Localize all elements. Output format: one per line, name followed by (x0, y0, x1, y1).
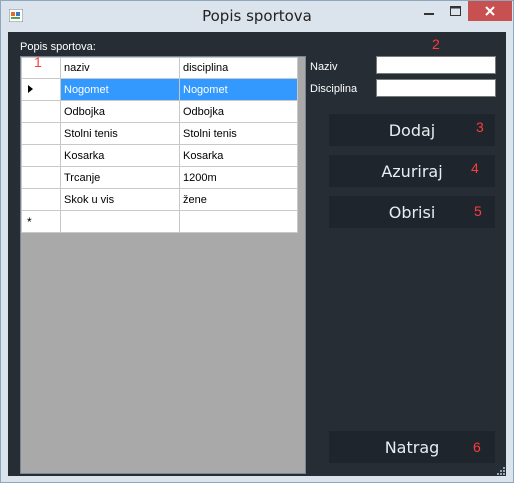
cell-naziv[interactable]: Odbojka (60, 100, 180, 123)
row-header-current[interactable] (21, 78, 61, 101)
resize-grip-icon[interactable] (495, 465, 505, 475)
table-row[interactable]: Skok u vis žene (21, 188, 298, 211)
close-icon (485, 6, 495, 16)
current-row-arrow-icon (28, 84, 33, 93)
row-header[interactable] (21, 166, 61, 189)
row-header[interactable] (21, 100, 61, 123)
row-header-new[interactable]: * (21, 210, 61, 233)
disciplina-label: Disciplina (310, 83, 358, 95)
grid-label: Popis sportova: (20, 41, 96, 53)
disciplina-input[interactable] (376, 79, 496, 97)
client-area: Popis sportova: naziv disciplina Nogomet… (8, 32, 506, 476)
table-row[interactable]: Odbojka Odbojka (21, 100, 298, 123)
column-header-naziv[interactable]: naziv (60, 57, 180, 79)
annotation-5: 5 (474, 203, 482, 219)
annotation-6: 6 (473, 439, 481, 455)
cell-naziv-new[interactable] (60, 210, 180, 233)
close-button[interactable] (468, 1, 512, 21)
table-row[interactable]: Stolni tenis Stolni tenis (21, 122, 298, 145)
row-header[interactable] (21, 144, 61, 167)
minimize-icon (424, 13, 434, 15)
sports-data-grid[interactable]: naziv disciplina Nogomet Nogomet Odbojka… (20, 56, 306, 474)
annotation-2: 2 (432, 36, 440, 52)
naziv-input[interactable] (376, 56, 496, 74)
maximize-icon (449, 6, 461, 16)
row-header[interactable] (21, 122, 61, 145)
table-row[interactable]: Nogomet Nogomet (21, 78, 298, 101)
column-header-disciplina[interactable]: disciplina (179, 57, 298, 79)
cell-disciplina[interactable]: Stolni tenis (179, 122, 298, 145)
cell-naziv[interactable]: Kosarka (60, 144, 180, 167)
table-row[interactable]: Kosarka Kosarka (21, 144, 298, 167)
title-bar[interactable]: Popis sportova (1, 1, 513, 32)
natrag-button[interactable]: Natrag (329, 431, 495, 463)
new-row[interactable]: * (21, 210, 298, 233)
annotation-1: 1 (34, 54, 42, 70)
cell-naziv[interactable]: Nogomet (60, 78, 180, 101)
header-row: naziv disciplina (21, 57, 298, 79)
dodaj-button[interactable]: Dodaj (329, 114, 495, 146)
row-header[interactable] (21, 188, 61, 211)
cell-disciplina[interactable]: Odbojka (179, 100, 298, 123)
cell-naziv[interactable]: Stolni tenis (60, 122, 180, 145)
cell-disciplina[interactable]: 1200m (179, 166, 298, 189)
app-window: Popis sportova Popis sportova: naziv dis… (0, 0, 514, 483)
cell-naziv[interactable]: Skok u vis (60, 188, 180, 211)
annotation-4: 4 (471, 160, 479, 176)
cell-disciplina[interactable]: žene (179, 188, 298, 211)
table-row[interactable]: Trcanje 1200m (21, 166, 298, 189)
cell-disciplina-new[interactable] (179, 210, 298, 233)
minimize-button[interactable] (416, 1, 442, 21)
cell-disciplina[interactable]: Nogomet (179, 78, 298, 101)
naziv-label: Naziv (310, 61, 338, 73)
annotation-3: 3 (476, 119, 484, 135)
obrisi-button[interactable]: Obrisi (329, 196, 495, 228)
new-row-marker: * (27, 214, 32, 229)
maximize-button[interactable] (442, 1, 468, 21)
sports-table: naziv disciplina Nogomet Nogomet Odbojka… (21, 57, 298, 233)
cell-naziv[interactable]: Trcanje (60, 166, 180, 189)
cell-disciplina[interactable]: Kosarka (179, 144, 298, 167)
